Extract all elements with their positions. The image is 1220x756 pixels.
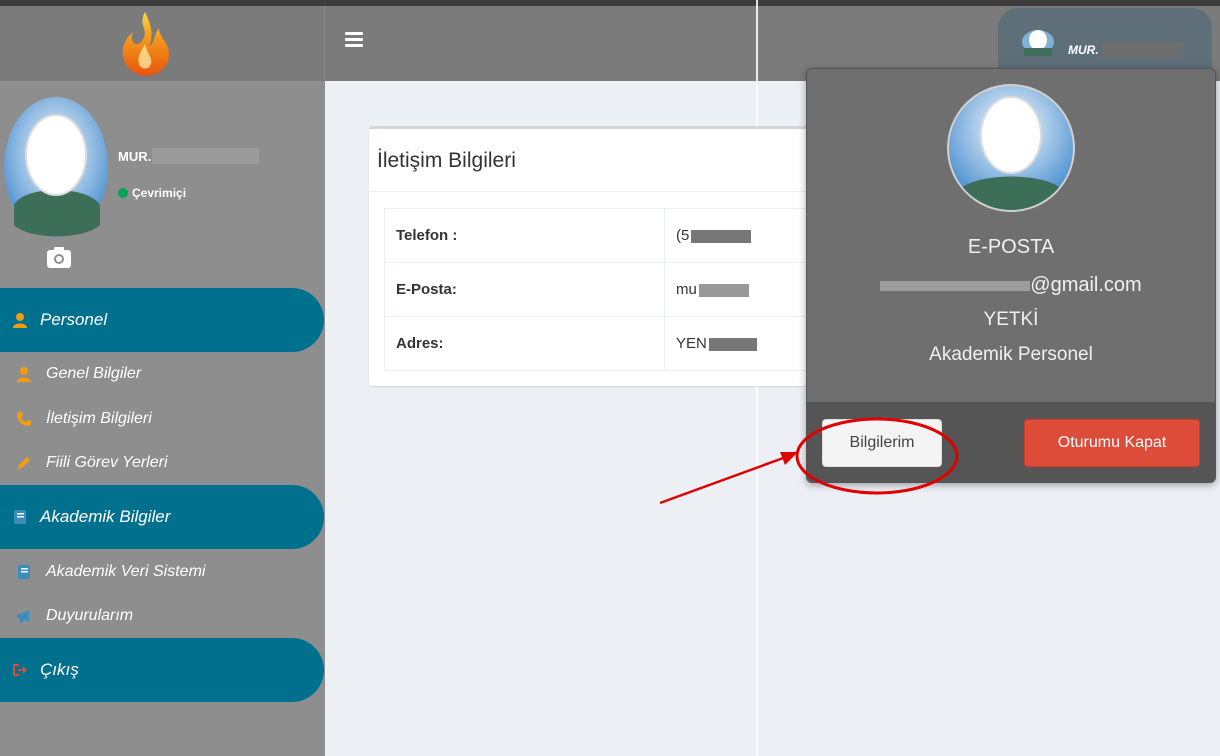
contact-info-box: İletişim Bilgileri Telefon : (5 E-Posta:… <box>369 126 829 386</box>
sidebar-toggle-button[interactable] <box>345 32 363 50</box>
book-icon <box>14 510 26 524</box>
flame-logo-icon <box>122 12 169 76</box>
sidebar-item-fiili-gorev-yerleri[interactable]: Fiili Görev Yerleri <box>16 454 168 472</box>
status-label: Çevrimiçi <box>132 186 187 200</box>
dropdown-footer: Bilgilerim Oturumu Kapat <box>807 402 1215 482</box>
user-icon <box>13 313 27 328</box>
sidebar-item-label: Genel Bilgiler <box>46 365 142 382</box>
online-dot-icon <box>118 188 128 198</box>
role-value: Akademik Personel <box>929 344 1093 365</box>
sidebar-item-akademik-veri-sistemi[interactable]: Akademik Veri Sistemi <box>16 563 205 581</box>
sidebar-item-genel-bilgiler[interactable]: Genel Bilgiler <box>16 365 141 383</box>
sidebar-item-duyurularim[interactable]: Duyurularım <box>16 607 133 625</box>
role-label: YETKİ <box>983 309 1039 330</box>
row-value: (5 <box>664 208 814 263</box>
avatar <box>947 84 1075 212</box>
row-label: Telefon : <box>384 208 665 263</box>
redaction-bar <box>1102 42 1182 58</box>
sidebar-item-label: İletişim Bilgileri <box>46 410 152 427</box>
online-status: Çevrimiçi <box>118 186 186 200</box>
row-value: YEN <box>664 316 814 371</box>
logo-area[interactable] <box>0 6 325 81</box>
redaction-bar <box>152 148 259 164</box>
table-row: Telefon : (5 <box>384 208 814 263</box>
table-row: E-Posta: mu <box>384 262 814 317</box>
row-label: E-Posta: <box>384 262 665 317</box>
email-label: E-POSTA <box>967 236 1055 258</box>
avatar <box>4 97 108 237</box>
box-title: İletişim Bilgileri <box>377 149 516 172</box>
sidebar-item-label: Akademik Veri Sistemi <box>46 563 206 580</box>
nav-section-personel[interactable]: Personel <box>0 288 324 352</box>
phone-icon <box>17 412 31 426</box>
nav-section-cikis[interactable]: Çıkış <box>0 638 324 702</box>
nav-section-akademik-bilgiler[interactable]: Akademik Bilgiler <box>0 485 324 549</box>
nav-section-label: Akademik Bilgiler <box>40 507 171 526</box>
sidebar-user-name: MUR. <box>118 149 152 164</box>
contact-table: Telefon : (5 E-Posta: mu Adres: YEN <box>384 208 814 371</box>
pencil-icon <box>18 457 30 469</box>
book-icon <box>18 565 30 579</box>
avatar <box>1022 30 1054 56</box>
user-icon <box>17 367 31 382</box>
camera-icon[interactable] <box>46 244 72 270</box>
sidebar-item-label: Fiili Görev Yerleri <box>46 454 168 471</box>
user-name: MUR. <box>1068 43 1099 57</box>
user-dropdown-menu: E-POSTA @gmail.com YETKİ Akademik Person… <box>806 68 1216 483</box>
sign-out-icon <box>13 664 27 676</box>
nav-section-label: Personel <box>40 310 108 329</box>
logout-button[interactable]: Oturumu Kapat <box>1024 419 1200 467</box>
user-menu-toggle[interactable]: MUR. <box>998 8 1212 70</box>
my-info-button[interactable]: Bilgilerim <box>822 419 942 467</box>
sidebar-item-iletisim-bilgileri[interactable]: İletişim Bilgileri <box>16 410 152 428</box>
sidebar: MUR. Çevrimiçi Personel Genel Bilgiler İ… <box>0 81 325 756</box>
table-row: Adres: YEN <box>384 316 814 371</box>
email-value: @gmail.com <box>807 274 1215 297</box>
nav-section-label: Çıkış <box>40 660 79 679</box>
row-label: Adres: <box>384 316 665 371</box>
row-value: mu <box>664 262 814 317</box>
divider <box>369 191 829 192</box>
bullhorn-icon <box>17 610 29 623</box>
sidebar-item-label: Duyurularım <box>46 607 134 624</box>
